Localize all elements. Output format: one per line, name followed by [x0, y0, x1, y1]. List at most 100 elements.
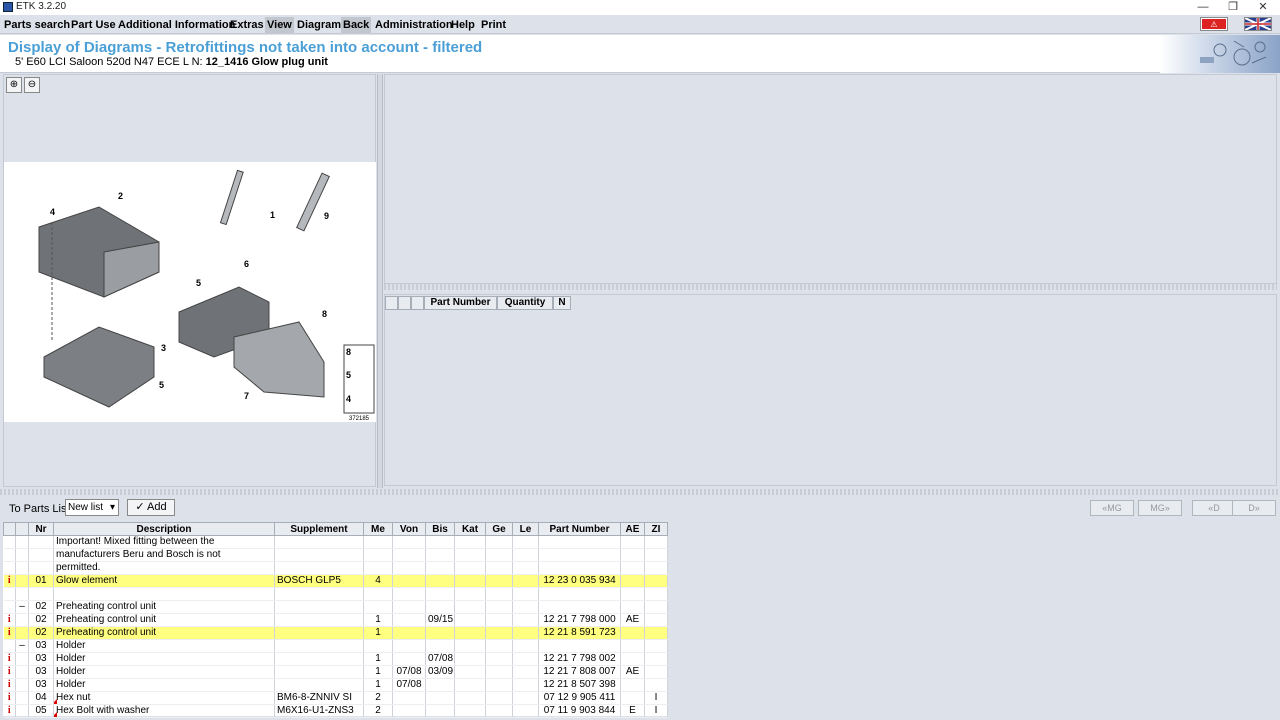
- cell-zi: [644, 548, 668, 562]
- grid-col-description[interactable]: Description: [53, 522, 275, 536]
- table-row[interactable]: manufacturers Beru and Bosch is not: [3, 548, 668, 562]
- minimize-button[interactable]: —: [1188, 0, 1218, 15]
- cell-von: [392, 639, 426, 653]
- grid-info-icon[interactable]: [3, 587, 16, 601]
- grid-info-icon[interactable]: [3, 600, 16, 614]
- table-row[interactable]: permitted.: [3, 561, 668, 575]
- grid-col-zi[interactable]: ZI: [644, 522, 668, 536]
- grid-col-part-number[interactable]: Part Number: [538, 522, 621, 536]
- parts-col-quantity[interactable]: Quantity: [497, 296, 553, 310]
- expand-toggle[interactable]: –: [15, 639, 29, 653]
- menu-administration[interactable]: Administration: [373, 17, 455, 33]
- grid-info-icon[interactable]: [3, 548, 16, 562]
- cell-von: [392, 548, 426, 562]
- expand-toggle[interactable]: [15, 665, 29, 679]
- zoom-in-button[interactable]: ⊕: [6, 77, 22, 93]
- menu-back[interactable]: Back: [341, 17, 372, 33]
- menu-print[interactable]: Print: [479, 17, 508, 33]
- expand-toggle[interactable]: [15, 561, 29, 575]
- menu-view[interactable]: View: [265, 17, 294, 33]
- horizontal-splitter[interactable]: [0, 489, 1280, 495]
- grid-info-icon[interactable]: [3, 561, 16, 575]
- table-row[interactable]: i 03 Holder 1 07/08 12 21 8 507 398: [3, 678, 668, 692]
- horizontal-splitter[interactable]: [384, 284, 1277, 290]
- grid-info-icon[interactable]: i: [3, 704, 16, 718]
- next-d-button[interactable]: D»: [1232, 500, 1276, 516]
- cell-description: Preheating control unit: [53, 613, 275, 627]
- table-row[interactable]: i 05 Hex Bolt with washer M6X16-U1-ZNS3 2 07 …: [3, 704, 668, 718]
- add-button[interactable]: ✓ Add: [127, 499, 175, 516]
- grid-info-icon[interactable]: i: [3, 691, 16, 705]
- menu-part-use[interactable]: Part Use: [69, 17, 118, 33]
- vertical-splitter[interactable]: [377, 74, 383, 488]
- prev-d-button[interactable]: «D: [1192, 500, 1236, 516]
- grid-info-icon[interactable]: [3, 639, 16, 653]
- grid-col-bis[interactable]: Bis: [425, 522, 455, 536]
- expand-toggle[interactable]: [15, 652, 29, 666]
- table-row[interactable]: i 04 Hex nut BM6-8-ZNNIV SI 2 07 12 9 905 411…: [3, 691, 668, 705]
- table-row[interactable]: i 03 Holder 1 07/08 03/09 12 21 7 808 007 AE: [3, 665, 668, 679]
- grid-info-icon[interactable]: i: [3, 678, 16, 692]
- menu-help[interactable]: Help: [449, 17, 477, 33]
- expand-toggle[interactable]: [15, 678, 29, 692]
- expand-toggle[interactable]: [15, 691, 29, 705]
- grid-col-le[interactable]: Le: [512, 522, 539, 536]
- prev-mg-button[interactable]: «MG: [1090, 500, 1134, 516]
- legend-label: 5: [346, 370, 351, 380]
- table-row[interactable]: i 02 Preheating control unit 1 09/15 12 21 7 …: [3, 613, 668, 627]
- grid-col-supplement[interactable]: Supplement: [274, 522, 364, 536]
- grid-col-nr[interactable]: Nr: [28, 522, 54, 536]
- restore-button[interactable]: ❐: [1218, 0, 1248, 15]
- grid-col-ae[interactable]: AE: [620, 522, 645, 536]
- close-button[interactable]: ✕: [1248, 0, 1278, 15]
- table-row[interactable]: [3, 587, 668, 601]
- cell-ae: [620, 626, 645, 640]
- expand-toggle[interactable]: –: [15, 600, 29, 614]
- menu-diagram[interactable]: Diagram: [295, 17, 343, 33]
- expand-toggle[interactable]: [15, 626, 29, 640]
- grid-col-info[interactable]: [3, 522, 16, 536]
- grid-col-kat[interactable]: Kat: [454, 522, 486, 536]
- grid-info-icon[interactable]: i: [3, 574, 16, 588]
- grid-info-icon[interactable]: [3, 535, 16, 549]
- language-flag-icon[interactable]: [1244, 17, 1272, 31]
- grid-col-expand[interactable]: [15, 522, 29, 536]
- expand-toggle[interactable]: [15, 587, 29, 601]
- menu-additional-information[interactable]: Additional Information: [116, 17, 237, 33]
- cell-me: [363, 561, 393, 575]
- table-row[interactable]: –03 Holder: [3, 639, 668, 653]
- expand-toggle[interactable]: [15, 704, 29, 718]
- next-mg-button[interactable]: MG»: [1138, 500, 1182, 516]
- grid-col-ge[interactable]: Ge: [485, 522, 513, 536]
- grid-info-icon[interactable]: i: [3, 665, 16, 679]
- parts-diagram-image[interactable]: 1 2 3 4 5 6 7 8 9 5 8 5 4 372185: [4, 162, 376, 422]
- grid-info-icon[interactable]: i: [3, 626, 16, 640]
- expand-toggle[interactable]: [15, 535, 29, 549]
- parts-col-n[interactable]: N: [553, 296, 571, 310]
- menu-parts-search[interactable]: Parts search: [2, 17, 72, 33]
- grid-info-icon[interactable]: i: [3, 613, 16, 627]
- table-row[interactable]: –02 Preheating control unit: [3, 600, 668, 614]
- cell-bis: [425, 600, 455, 614]
- grid-col-von[interactable]: Von: [392, 522, 426, 536]
- grid-col-me[interactable]: Me: [363, 522, 393, 536]
- cell-me: 1: [363, 678, 393, 692]
- warning-icon[interactable]: ⚠: [1200, 17, 1228, 31]
- cell-nr: 01: [28, 574, 54, 588]
- callout-label: 4: [50, 207, 55, 217]
- expand-toggle[interactable]: [15, 574, 29, 588]
- menu-extras[interactable]: Extras: [228, 17, 266, 33]
- callout-label: 6: [244, 259, 249, 269]
- table-row[interactable]: i 02 Preheating control unit 1 12 21 8 591 7…: [3, 626, 668, 640]
- expand-toggle[interactable]: [15, 548, 29, 562]
- zoom-out-button[interactable]: ⊖: [24, 77, 40, 93]
- grid-info-icon[interactable]: i: [3, 652, 16, 666]
- table-row[interactable]: Important! Mixed fitting between the: [3, 535, 668, 549]
- table-row[interactable]: i 01 Glow element BOSCH GLP5 4 12 23 0 035 93…: [3, 574, 668, 588]
- cell-description: Important! Mixed fitting between the: [53, 535, 275, 549]
- cell-nr: 02: [28, 600, 54, 614]
- parts-col-part-number[interactable]: Part Number: [424, 296, 497, 310]
- table-row[interactable]: i 03 Holder 1 07/08 12 21 7 798 002: [3, 652, 668, 666]
- expand-toggle[interactable]: [15, 613, 29, 627]
- parts-list-select[interactable]: New list ▾: [65, 499, 119, 516]
